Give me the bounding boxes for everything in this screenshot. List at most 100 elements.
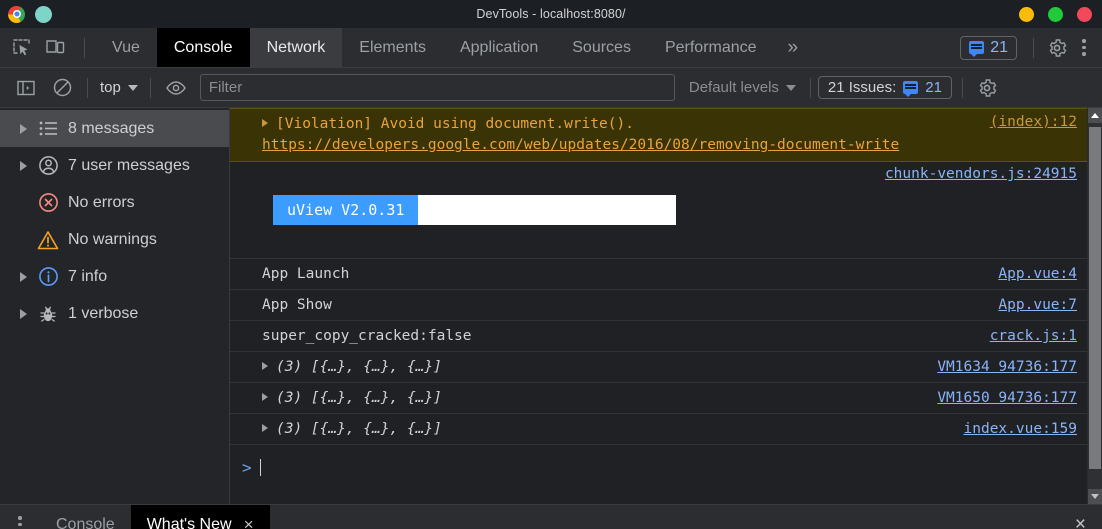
filter-input[interactable] <box>199 74 675 101</box>
chevron-down-icon-levels <box>785 84 796 91</box>
devtools-window: DevTools - localhost:8080/ Vue Console N… <box>0 0 1102 529</box>
device-toolbar-icon[interactable] <box>44 37 66 59</box>
inspect-element-icon[interactable] <box>10 37 32 59</box>
error-icon <box>37 192 59 214</box>
console-row-source-array-3[interactable]: index.vue:159 <box>952 421 1078 437</box>
sidebar-item-label-messages: 8 messages <box>68 119 155 137</box>
scrollbar-thumb[interactable] <box>1089 127 1101 469</box>
live-expression-icon[interactable] <box>163 75 189 101</box>
array-1-value: (3) [{…}, {…}, {…}] <box>276 359 442 375</box>
drawer-tab-bar: Console What's New × × <box>0 504 1102 529</box>
array-3-value: (3) [{…}, {…}, {…}] <box>276 421 442 437</box>
tab-application[interactable]: Application <box>443 28 555 67</box>
tab-performance[interactable]: Performance <box>648 28 774 67</box>
gear-icon[interactable] <box>1046 37 1068 59</box>
chrome-logo-icon <box>8 5 25 23</box>
console-settings-gear-icon[interactable] <box>976 77 998 99</box>
console-row-text-array-1: (3) [{…}, {…}, {…}] <box>230 359 925 375</box>
issues-status-label: 21 Issues: <box>827 79 897 96</box>
sidebar-item-info[interactable]: 7 info <box>0 258 229 295</box>
issues-badge-count: 21 <box>990 38 1008 56</box>
window-controls <box>1019 0 1092 28</box>
expand-triangle-icon-array-1[interactable] <box>262 362 268 370</box>
tab-console[interactable]: Console <box>156 28 250 67</box>
drawer-tab-whats-new[interactable]: What's New × <box>130 505 270 529</box>
sidebar-item-warnings[interactable]: No warnings <box>0 221 229 258</box>
sidebar-item-verbose[interactable]: 1 verbose <box>0 295 229 332</box>
array-2-value: (3) [{…}, {…}, {…}] <box>276 390 442 406</box>
close-window-button[interactable] <box>1077 6 1092 22</box>
show-console-sidebar-icon[interactable] <box>13 75 39 101</box>
drawer-tab-label-whats-new: What's New <box>146 515 232 529</box>
sidebar-item-label-user-messages: 7 user messages <box>68 156 190 174</box>
context-selector-value: top <box>100 79 121 96</box>
expand-triangle-icon-info[interactable] <box>18 271 28 282</box>
list-icon <box>37 118 59 140</box>
console-row-array-1[interactable]: (3) [{…}, {…}, {…}] VM1634 94736:177 <box>230 352 1087 383</box>
prompt-chevron-icon: > <box>242 457 252 477</box>
toolbar-divider-2 <box>1033 37 1034 58</box>
sidebar-item-user-messages[interactable]: 7 user messages <box>0 147 229 184</box>
console-toolbar: top Default levels 21 Issues: 21 <box>0 68 1102 108</box>
console-row-super-copy[interactable]: super_copy_cracked:false crack.js:1 <box>230 321 1087 352</box>
javascript-context-selector[interactable]: top <box>95 77 143 98</box>
maximize-button[interactable] <box>1048 6 1063 22</box>
console-row-source-super-copy[interactable]: crack.js:1 <box>978 328 1077 344</box>
issues-badge[interactable]: 21 <box>960 35 1017 60</box>
scrollbar-down-arrow-icon[interactable] <box>1088 489 1102 504</box>
console-row-uview[interactable]: chunk-vendors.js:24915 uView V2.0.31 <box>230 162 1087 259</box>
violation-link[interactable]: https://developers.google.com/web/update… <box>262 137 899 153</box>
sidebar-item-messages[interactable]: 8 messages <box>0 110 229 147</box>
console-toolbar-divider-4 <box>961 77 963 98</box>
tab-bar-tool-icons <box>0 28 95 67</box>
console-scrollbar[interactable] <box>1087 108 1102 504</box>
console-row-app-launch[interactable]: App Launch App.vue:4 <box>230 259 1087 290</box>
console-row-source-app-launch[interactable]: App.vue:4 <box>986 266 1077 282</box>
console-row-array-2[interactable]: (3) [{…}, {…}, {…}] VM1650 94736:177 <box>230 383 1087 414</box>
more-tabs-chevron-icon[interactable]: » <box>774 28 813 67</box>
console-row-array-3[interactable]: (3) [{…}, {…}, {…}] index.vue:159 <box>230 414 1087 445</box>
scrollbar-up-arrow-icon[interactable] <box>1088 108 1102 123</box>
sidebar-item-errors[interactable]: No errors <box>0 184 229 221</box>
console-row-uview-sourceline: chunk-vendors.js:24915 <box>230 162 1077 182</box>
console-row-source-violation[interactable]: (index):12 <box>978 114 1077 130</box>
uview-version-badge: uView V2.0.31 <box>273 195 419 225</box>
expand-triangle-icon-array-2[interactable] <box>262 393 268 401</box>
log-levels-selector[interactable]: Default levels <box>689 79 796 96</box>
console-sidebar: 8 messages 7 user messages No errors No … <box>0 108 230 504</box>
expand-triangle-icon-violation[interactable] <box>262 119 268 127</box>
clear-console-icon[interactable] <box>49 75 75 101</box>
title-bar: DevTools - localhost:8080/ <box>0 0 1102 28</box>
user-icon <box>37 155 59 177</box>
kebab-menu-icon[interactable] <box>1074 37 1094 59</box>
drawer-tab-console[interactable]: Console <box>40 505 131 529</box>
console-row-source-uview[interactable]: chunk-vendors.js:24915 <box>873 166 1077 182</box>
console-row-text-array-3: (3) [{…}, {…}, {…}] <box>230 421 952 437</box>
tab-sources[interactable]: Sources <box>555 28 648 67</box>
drawer-kebab-menu-icon[interactable] <box>0 505 40 529</box>
expand-triangle-icon-verbose[interactable] <box>18 308 28 319</box>
uview-badge-wrap: uView V2.0.31 <box>230 182 677 241</box>
console-row-violation[interactable]: [Violation] Avoid using document.write()… <box>230 108 1087 162</box>
console-prompt-row[interactable]: > <box>230 445 1087 489</box>
log-levels-label: Default levels <box>688 79 779 96</box>
issues-status-chip[interactable]: 21 Issues: 21 <box>817 76 952 99</box>
info-icon <box>37 266 59 288</box>
bug-icon <box>37 303 59 325</box>
console-row-app-show[interactable]: App Show App.vue:7 <box>230 290 1087 321</box>
expand-triangle-icon-array-3[interactable] <box>262 424 268 432</box>
console-row-source-app-show[interactable]: App.vue:7 <box>986 297 1077 313</box>
close-icon[interactable]: × <box>244 516 254 529</box>
toolbar-divider <box>84 37 85 58</box>
expand-triangle-icon-user[interactable] <box>18 160 28 171</box>
console-row-source-array-1[interactable]: VM1634 94736:177 <box>925 359 1077 375</box>
tab-vue[interactable]: Vue <box>95 28 157 67</box>
title-bar-left-icons <box>0 5 52 23</box>
tab-elements[interactable]: Elements <box>342 28 443 67</box>
expand-triangle-icon[interactable] <box>18 123 28 134</box>
drawer-close-button[interactable]: × <box>1075 505 1102 529</box>
window-title: DevTools - localhost:8080/ <box>476 7 626 21</box>
tab-network[interactable]: Network <box>249 28 343 67</box>
console-row-source-array-2[interactable]: VM1650 94736:177 <box>925 390 1077 406</box>
minimize-button[interactable] <box>1019 6 1034 22</box>
